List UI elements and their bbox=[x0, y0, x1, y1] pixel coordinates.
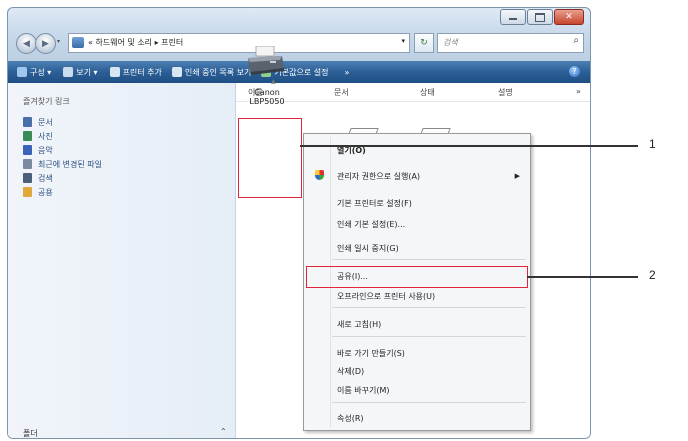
submenu-arrow-icon: ▶ bbox=[514, 172, 520, 180]
help-icon[interactable]: ? bbox=[569, 66, 580, 77]
sidebar-item-label: 공용 bbox=[38, 187, 53, 197]
uac-shield-icon bbox=[315, 170, 324, 180]
callout-line-1 bbox=[300, 145, 638, 147]
navigation-pane: 즐겨찾기 링크 문서 사진 음악 최근에 변경된 파일 검색 공용 폴더 ⌃ bbox=[8, 83, 236, 438]
public-folder-icon bbox=[23, 187, 32, 197]
folders-toggle[interactable]: 폴더 bbox=[23, 428, 38, 438]
sidebar-item-label: 검색 bbox=[38, 173, 53, 183]
callout-line-2 bbox=[527, 276, 638, 278]
forward-button[interactable]: ▶ bbox=[35, 33, 56, 54]
pictures-icon bbox=[23, 131, 32, 141]
search-box[interactable]: 검색 ⌕ bbox=[437, 33, 584, 53]
menu-item-create-shortcut[interactable]: 바로 가기 만들기(S) bbox=[337, 348, 405, 359]
toolbar-organize[interactable]: 구성 ▾ bbox=[17, 67, 51, 78]
printer-canon-lbp5050[interactable]: Canon LBP5050 bbox=[238, 44, 296, 108]
sidebar-item-searches[interactable]: 검색 bbox=[23, 171, 102, 185]
printer-label-line2: LBP5050 bbox=[249, 97, 285, 106]
menu-item-set-default[interactable]: 기본 프린터로 설정(F) bbox=[337, 198, 412, 209]
toolbar-overflow-label: » bbox=[344, 67, 350, 77]
chevron-down-icon[interactable]: ▾ bbox=[401, 37, 405, 45]
minimize-button[interactable] bbox=[500, 9, 526, 25]
search-placeholder: 검색 bbox=[443, 38, 458, 47]
searches-icon bbox=[23, 173, 32, 183]
sidebar-item-music[interactable]: 음악 bbox=[23, 143, 102, 157]
printers-folder-icon bbox=[72, 37, 84, 48]
menu-separator bbox=[332, 259, 526, 260]
sidebar-item-label: 최근에 변경된 파일 bbox=[38, 159, 102, 169]
print-queue-icon bbox=[171, 67, 182, 77]
menu-item-printing-preferences[interactable]: 인쇄 기본 설정(E)... bbox=[337, 219, 405, 230]
recent-files-icon bbox=[23, 159, 32, 169]
caption-buttons: ✕ bbox=[500, 9, 584, 25]
sidebar-item-label: 사진 bbox=[38, 131, 53, 141]
close-button[interactable]: ✕ bbox=[554, 9, 584, 25]
favorite-links-title: 즐겨찾기 링크 bbox=[23, 97, 70, 106]
back-button[interactable]: ◀ bbox=[16, 33, 37, 54]
minimize-icon bbox=[509, 18, 517, 20]
menu-separator bbox=[332, 402, 526, 403]
printer-label-line1: Canon bbox=[254, 88, 280, 97]
arrow-right-icon: ▶ bbox=[42, 38, 49, 49]
printer-label: Canon LBP5050 bbox=[238, 88, 296, 106]
favorite-links-list: 문서 사진 음악 최근에 변경된 파일 검색 공용 bbox=[23, 115, 102, 199]
menu-item-refresh[interactable]: 새로 고침(H) bbox=[337, 319, 381, 330]
add-printer-icon bbox=[109, 67, 120, 77]
address-path[interactable]: « 하드웨어 및 소리 ▸ 프린터 bbox=[88, 37, 183, 48]
toolbar-views-label: 보기 ▾ bbox=[76, 67, 98, 77]
callout-label-2: 2 bbox=[649, 268, 656, 282]
toolbar-views[interactable]: 보기 ▾ bbox=[63, 67, 98, 78]
callout-label-1: 1 bbox=[649, 137, 656, 151]
documents-icon bbox=[23, 117, 32, 127]
toolbar-add-printer-label: 프린터 추가 bbox=[122, 67, 162, 77]
menu-item-pause-printing[interactable]: 인쇄 일시 중지(G) bbox=[337, 243, 399, 254]
printer-highlight-box bbox=[238, 118, 302, 198]
command-toolbar: 구성 ▾ 보기 ▾ 프린터 추가 인쇄 중인 목록 보기 기본값으로 설정 » … bbox=[8, 61, 590, 83]
close-icon: ✕ bbox=[565, 11, 573, 22]
refresh-icon: ↻ bbox=[420, 38, 428, 48]
navigation-bar: ◀ ▶ ▾ « 하드웨어 및 소리 ▸ 프린터 ▾ ↻ 검색 ⌕ bbox=[14, 30, 584, 56]
recent-pages-dropdown[interactable]: ▾ bbox=[57, 38, 60, 45]
toolbar-add-printer[interactable]: 프린터 추가 bbox=[109, 67, 162, 78]
menu-separator bbox=[332, 307, 526, 308]
maximize-icon bbox=[535, 12, 545, 22]
toolbar-overflow[interactable]: » bbox=[344, 68, 349, 77]
sidebar-item-pictures[interactable]: 사진 bbox=[23, 129, 102, 143]
arrow-left-icon: ◀ bbox=[23, 38, 30, 49]
sidebar-item-label: 음악 bbox=[38, 145, 53, 155]
menu-item-delete[interactable]: 삭제(D) bbox=[337, 366, 364, 377]
menu-item-run-as-admin[interactable]: 관리자 권한으로 실행(A) bbox=[337, 171, 420, 182]
views-icon bbox=[63, 67, 74, 77]
printer-icon bbox=[248, 46, 284, 75]
sidebar-item-label: 문서 bbox=[38, 117, 53, 127]
maximize-button[interactable] bbox=[527, 9, 553, 25]
music-icon bbox=[23, 145, 32, 155]
menu-item-use-offline[interactable]: 오프라인으로 프린터 사용(U) bbox=[337, 291, 435, 302]
organize-icon bbox=[17, 67, 27, 77]
column-header-description[interactable]: 설명 bbox=[498, 87, 513, 98]
sidebar-item-documents[interactable]: 문서 bbox=[23, 115, 102, 129]
chevron-up-icon[interactable]: ⌃ bbox=[220, 427, 227, 436]
refresh-button[interactable]: ↻ bbox=[414, 33, 434, 53]
column-header-status[interactable]: 상태 bbox=[420, 87, 435, 98]
column-header-documents[interactable]: 문서 bbox=[334, 87, 349, 98]
menu-item-rename[interactable]: 이름 바꾸기(M) bbox=[337, 385, 390, 396]
toolbar-organize-label: 구성 ▾ bbox=[30, 67, 52, 77]
column-header-overflow[interactable]: » bbox=[576, 87, 581, 96]
menu-separator bbox=[332, 336, 526, 337]
search-icon[interactable]: ⌕ bbox=[573, 35, 579, 46]
sidebar-item-public[interactable]: 공용 bbox=[23, 185, 102, 199]
sharing-highlight-box bbox=[306, 266, 528, 288]
sidebar-item-recent[interactable]: 최근에 변경된 파일 bbox=[23, 157, 102, 171]
menu-item-open[interactable]: 열기(O) bbox=[337, 145, 366, 156]
menu-item-properties[interactable]: 속성(R) bbox=[337, 413, 364, 424]
